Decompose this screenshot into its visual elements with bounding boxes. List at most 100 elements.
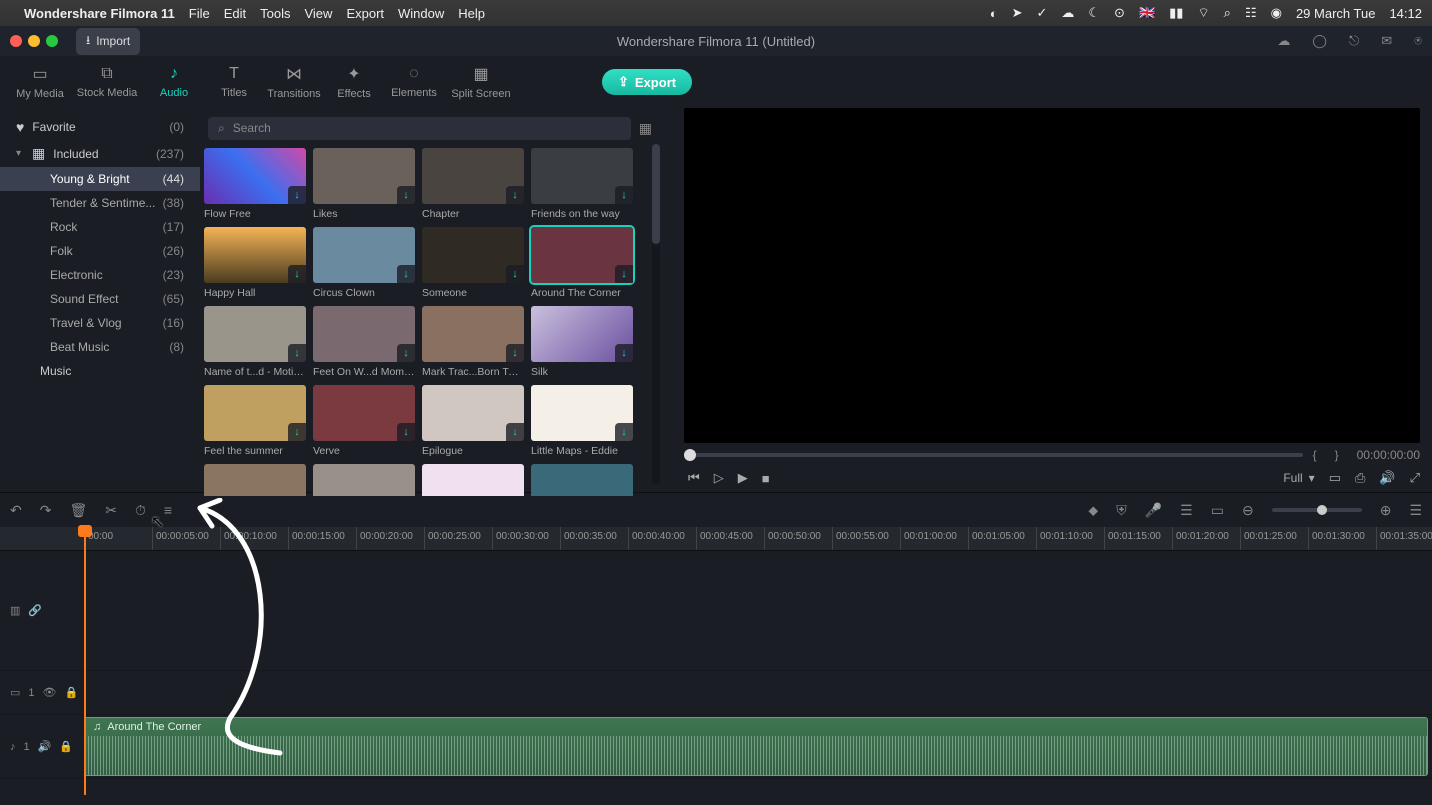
audio-clip[interactable]: ♫Around The Corner [84, 717, 1428, 776]
menu-view[interactable]: View [304, 6, 332, 21]
account-icon[interactable]: ◯ [1312, 33, 1327, 49]
snapshot-button[interactable]: ⎙ [1355, 470, 1365, 486]
media-thumbnail[interactable]: ↓Friends on the way [531, 148, 633, 220]
sidebar-category[interactable]: Rock(17) [0, 215, 200, 239]
tab-transitions[interactable]: ⋈Transitions [264, 58, 324, 106]
play-icon[interactable]: ⊙ [1114, 5, 1125, 21]
menu-edit[interactable]: Edit [224, 6, 246, 21]
shield-icon[interactable]: ⛨ [1116, 502, 1127, 519]
status-icon[interactable]: ◐ [990, 6, 998, 21]
undo-button[interactable]: ↶ [10, 502, 22, 519]
media-thumbnail[interactable]: ↓Around The Corner [531, 227, 633, 299]
media-thumbnail[interactable]: ↓Flow Free [204, 148, 306, 220]
zoom-slider[interactable] [1272, 508, 1362, 512]
menu-file[interactable]: File [189, 6, 210, 21]
sidebar-category[interactable]: Tender & Sentime...(38) [0, 191, 200, 215]
lock-icon[interactable]: 🔒 [65, 686, 79, 699]
download-icon[interactable]: ↓ [288, 344, 306, 362]
import-button[interactable]: ⭳ Import [76, 28, 140, 55]
download-icon[interactable]: ↓ [288, 265, 306, 283]
media-scrollbar[interactable] [652, 144, 660, 484]
preview-viewport[interactable] [684, 108, 1420, 443]
preview-scrubber[interactable] [684, 453, 1303, 457]
zoom-out-button[interactable]: ⊖ [1242, 502, 1254, 519]
media-thumbnail[interactable]: ↓Verve [313, 385, 415, 457]
mark-out-icon[interactable]: } [1335, 448, 1347, 462]
render-button[interactable]: ▭ [1211, 502, 1224, 519]
media-thumbnail[interactable]: ↓Epilogue [422, 385, 524, 457]
cloud-sync-icon[interactable]: ☁ [1277, 33, 1290, 49]
export-button[interactable]: ⇪ Export [602, 69, 692, 95]
sidebar-category[interactable]: Sound Effect(65) [0, 287, 200, 311]
battery-icon[interactable]: ▮▮ [1169, 5, 1183, 21]
sidebar-category[interactable]: Beat Music(8) [0, 335, 200, 359]
video-track[interactable]: ▭ 1 👁 🔒 [0, 671, 1432, 715]
tab-stock-media[interactable]: ⧉Stock Media [70, 58, 144, 106]
track-manage-icon[interactable]: ▥ [10, 604, 20, 617]
media-thumbnail[interactable]: ↓ [531, 464, 633, 496]
mic-button[interactable]: 🎤 [1145, 502, 1162, 519]
media-thumbnail[interactable]: ↓Likes [313, 148, 415, 220]
view-toggle-button[interactable]: ▦ [639, 120, 652, 137]
download-icon[interactable]: ↓ [506, 265, 524, 283]
download-icon[interactable]: ↓ [397, 344, 415, 362]
wifi-icon[interactable]: ⌔ [1197, 5, 1209, 21]
minimize-button[interactable] [28, 35, 40, 47]
location-icon[interactable]: ➤ [1012, 5, 1023, 21]
user-icon[interactable]: ⍟ [1414, 33, 1422, 49]
media-thumbnail[interactable]: ↓Mark Trac...Born Twice [422, 306, 524, 378]
tab-audio[interactable]: ♪Audio [144, 58, 204, 106]
media-thumbnail[interactable]: ↓Chapter [422, 148, 524, 220]
link-icon[interactable]: 🔗 [28, 604, 42, 617]
mixer-button[interactable]: ☰ [1180, 502, 1193, 519]
sidebar-favorite[interactable]: ♥ Favorite (0) [0, 114, 200, 140]
flag-icon[interactable]: 🇬🇧 [1139, 5, 1155, 21]
download-icon[interactable]: ↓ [615, 344, 633, 362]
mail-icon[interactable]: ✉ [1381, 33, 1392, 49]
cut-button[interactable]: ✂ [105, 502, 117, 519]
media-thumbnail[interactable]: ↓ [313, 464, 415, 496]
edit-button[interactable]: ≡ [164, 502, 172, 518]
menu-window[interactable]: Window [398, 6, 444, 21]
download-icon[interactable]: ↓ [615, 186, 633, 204]
download-icon[interactable]: ↓ [506, 186, 524, 204]
play-forward-button[interactable]: ▶ [738, 470, 748, 486]
media-thumbnail[interactable]: ↓Happy Hall [204, 227, 306, 299]
timeline-ruler[interactable]: 00:0000:00:05:0000:00:10:0000:00:15:0000… [0, 527, 1432, 551]
playhead[interactable] [84, 527, 86, 795]
sidebar-category[interactable]: Folk(26) [0, 239, 200, 263]
download-icon[interactable]: ↓ [397, 186, 415, 204]
tab-effects[interactable]: ✦Effects [324, 58, 384, 106]
control-center-icon[interactable]: ☷ [1245, 5, 1257, 21]
download-icon[interactable]: ↓ [506, 423, 524, 441]
play-button[interactable]: ▷ [714, 470, 724, 486]
search-input[interactable]: ⌕ Search [208, 117, 631, 140]
download-icon[interactable]: ↓ [615, 265, 633, 283]
app-name[interactable]: Wondershare Filmora 11 [24, 6, 175, 21]
mark-in-icon[interactable]: { [1313, 448, 1325, 462]
download-icon[interactable]: ↓ [615, 423, 633, 441]
sidebar-category[interactable]: Travel & Vlog(16) [0, 311, 200, 335]
volume-button[interactable]: 🔊 [1379, 470, 1395, 486]
sidebar-included[interactable]: ▾ ▦ Included (237) [0, 140, 200, 167]
media-thumbnail[interactable]: ↓ [422, 464, 524, 496]
fullscreen-button[interactable]: ⤢ [1410, 470, 1420, 486]
download-icon[interactable]: ↓ [397, 423, 415, 441]
download-icon[interactable]: ↓ [288, 186, 306, 204]
media-thumbnail[interactable]: ↓Feet On W...d Moment [313, 306, 415, 378]
zoom-fit-button[interactable]: ☰ [1409, 502, 1422, 519]
download-icon[interactable]: ↓ [397, 265, 415, 283]
maximize-button[interactable] [46, 35, 58, 47]
check-icon[interactable]: ✓ [1036, 5, 1047, 21]
download-icon[interactable]: ↓ [288, 423, 306, 441]
download-icon[interactable]: ↓ [506, 344, 524, 362]
sidebar-category[interactable]: Young & Bright(44) [0, 167, 200, 191]
tab-titles[interactable]: TTitles [204, 58, 264, 106]
moon-icon[interactable]: ☾ [1088, 5, 1100, 21]
media-thumbnail[interactable]: ↓ [204, 464, 306, 496]
menu-tools[interactable]: Tools [260, 6, 290, 21]
eye-icon[interactable]: 👁 [43, 686, 57, 699]
redo-button[interactable]: ↷ [40, 502, 52, 519]
marker-button[interactable]: ⬥ [1088, 502, 1098, 519]
audio-track[interactable]: ♪ 1 🔊 🔒 ♫Around The Corner [0, 715, 1432, 779]
